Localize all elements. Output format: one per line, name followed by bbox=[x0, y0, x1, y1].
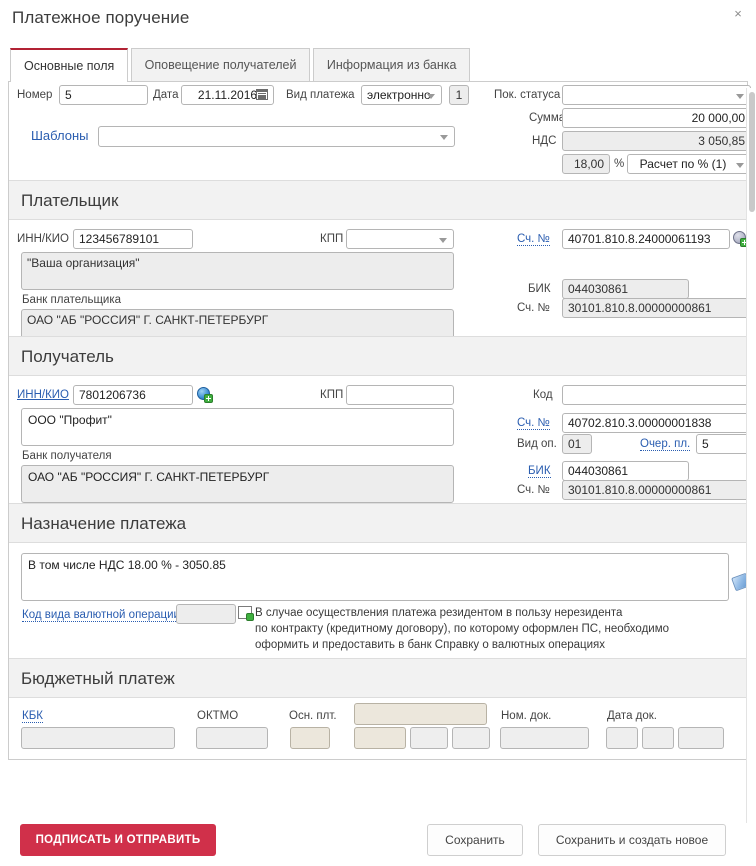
recipient-kpp-input[interactable] bbox=[346, 385, 454, 405]
payer-name-textarea[interactable]: "" bbox=[21, 252, 454, 290]
recipient-bank-textarea[interactable] bbox=[21, 465, 454, 503]
vat-input[interactable] bbox=[562, 131, 751, 151]
templates-select[interactable] bbox=[98, 126, 455, 147]
recipient-kpp-label: КПП bbox=[320, 389, 344, 401]
tab-recipient-notification[interactable]: Оповещение получателей bbox=[130, 48, 311, 81]
payer-bik-label: БИК bbox=[528, 283, 551, 295]
calendar-icon[interactable] bbox=[256, 89, 268, 100]
tax-period-b-input[interactable] bbox=[410, 727, 448, 749]
recipient-name-textarea[interactable] bbox=[21, 408, 454, 446]
payer-section: Плательщик ИНН/КИО КПП "" Банк плательщи… bbox=[8, 180, 751, 347]
payer-corr-account-label: Сч. № bbox=[517, 302, 550, 314]
recipient-bik-input[interactable] bbox=[562, 461, 689, 481]
recipient-account-label[interactable]: Сч. № bbox=[517, 417, 550, 430]
globe-add-icon[interactable] bbox=[197, 387, 213, 403]
recipient-code-input[interactable] bbox=[562, 385, 751, 405]
tab-main-fields[interactable]: Основные поля bbox=[10, 48, 129, 82]
kbk-input[interactable] bbox=[21, 727, 175, 749]
recipient-queue-input[interactable] bbox=[696, 434, 751, 454]
payment-kind-select[interactable]: электронно bbox=[361, 85, 442, 105]
payer-bank-label: Банк плательщика bbox=[22, 294, 122, 306]
number-label: Номер bbox=[17, 89, 53, 101]
recipient-inn-label[interactable]: ИНН/КИО bbox=[17, 389, 69, 401]
recipient-op-kind-input[interactable] bbox=[562, 434, 592, 454]
tax-period-c-input[interactable] bbox=[452, 727, 490, 749]
payment-order-window: Платежное поручение × Основные поля Опов… bbox=[0, 0, 756, 866]
purpose-heading: Назначение платежа bbox=[9, 503, 747, 543]
recipient-bik-label[interactable]: БИК bbox=[528, 465, 551, 478]
payer-status-select[interactable] bbox=[562, 85, 751, 105]
payer-bik-input[interactable] bbox=[562, 279, 689, 299]
vat-calc-mode-select[interactable]: Расчет по % (1) bbox=[627, 154, 751, 174]
payment-kind-label: Вид платежа bbox=[286, 89, 355, 101]
doc-date-a-input[interactable] bbox=[606, 727, 638, 749]
recipient-bank-label: Банк получателя bbox=[22, 450, 112, 462]
close-icon[interactable]: × bbox=[730, 6, 746, 22]
add-document-icon[interactable] bbox=[238, 606, 254, 621]
save-and-create-new-button[interactable]: Сохранить и создать новое bbox=[538, 824, 726, 856]
payer-kpp-select[interactable] bbox=[346, 229, 454, 249]
payer-account-label[interactable]: Сч. № bbox=[517, 233, 550, 246]
doc-date-label: Дата док. bbox=[607, 710, 657, 722]
payment-basis-label: Осн. плт. bbox=[289, 710, 337, 722]
amount-input[interactable] bbox=[562, 108, 751, 128]
budget-section: Бюджетный платеж КБК ОКТМО Осн. плт. Ном… bbox=[8, 658, 748, 760]
kbk-label[interactable]: КБК bbox=[22, 710, 43, 723]
payer-account-input[interactable] bbox=[562, 229, 730, 249]
tab-bar: Основные поля Оповещение получателей Инф… bbox=[8, 48, 748, 82]
sign-and-send-button[interactable]: ПОДПИСАТЬ И ОТПРАВИТЬ bbox=[20, 824, 216, 856]
payer-corr-account-input[interactable] bbox=[562, 298, 751, 318]
window-title-bar: Платежное поручение × bbox=[0, 0, 756, 38]
recipient-heading: Получатель bbox=[9, 336, 747, 376]
payer-status-label: Пок. статуса bbox=[494, 89, 561, 101]
recipient-code-label: Код bbox=[533, 389, 553, 401]
recipient-section: Получатель ИНН/КИО КПП Банк получателя К… bbox=[8, 336, 751, 503]
currency-op-code-input[interactable] bbox=[176, 604, 236, 624]
recipient-corr-account-label: Сч. № bbox=[517, 484, 550, 496]
doc-number-input[interactable] bbox=[500, 727, 589, 749]
payer-kpp-label: КПП bbox=[320, 233, 344, 245]
doc-number-label: Ном. док. bbox=[501, 710, 552, 722]
date-label: Дата bbox=[153, 89, 179, 101]
budget-heading: Бюджетный платеж bbox=[9, 658, 747, 698]
payment-kind-code-input[interactable] bbox=[449, 85, 469, 105]
purpose-section: Назначение платежа Код вида валютной опе… bbox=[8, 503, 751, 658]
payer-heading: Плательщик bbox=[9, 180, 747, 220]
payment-basis-input[interactable] bbox=[290, 727, 330, 749]
doc-date-b-input[interactable] bbox=[642, 727, 674, 749]
top-fields-pane: Номер Дата Вид платежа электронно Шаблон… bbox=[8, 82, 751, 180]
vat-label: НДС bbox=[532, 135, 557, 147]
recipient-queue-label[interactable]: Очер. пл. bbox=[640, 438, 691, 451]
number-input[interactable] bbox=[59, 85, 148, 105]
currency-op-code-label[interactable]: Код вида валютной операции bbox=[22, 609, 180, 622]
currency-hint-line-2: по контракту (кредитному договору), по к… bbox=[255, 623, 670, 635]
purpose-textarea[interactable] bbox=[21, 553, 729, 601]
vertical-scrollbar-thumb[interactable] bbox=[749, 92, 755, 212]
percent-sign-label: % bbox=[614, 158, 625, 170]
tax-period-main-input[interactable] bbox=[354, 703, 487, 725]
amount-label: Сумма bbox=[529, 112, 566, 124]
oktmo-input[interactable] bbox=[196, 727, 268, 749]
recipient-op-kind-label: Вид оп. bbox=[517, 438, 557, 450]
save-button[interactable]: Сохранить bbox=[427, 824, 523, 856]
templates-label: Шаблоны bbox=[31, 128, 89, 143]
payer-inn-label: ИНН/КИО bbox=[17, 233, 69, 245]
recipient-account-input[interactable] bbox=[562, 413, 751, 433]
recipient-corr-account-input[interactable] bbox=[562, 480, 751, 500]
currency-hint-line-1: В случае осуществления платежа резиденто… bbox=[255, 607, 623, 619]
recipient-inn-input[interactable] bbox=[73, 385, 193, 405]
oktmo-label: ОКТМО bbox=[197, 710, 239, 722]
footer-actions: ПОДПИСАТЬ И ОТПРАВИТЬ Сохранить Сохранит… bbox=[0, 816, 756, 866]
tax-period-a-input[interactable] bbox=[354, 727, 406, 749]
currency-hint-line-3: оформить и предоставить в банк Справку о… bbox=[255, 639, 606, 651]
payer-inn-input[interactable] bbox=[73, 229, 193, 249]
doc-date-c-input[interactable] bbox=[678, 727, 724, 749]
page-title: Платежное поручение bbox=[12, 8, 190, 27]
vat-rate-input[interactable] bbox=[562, 154, 610, 174]
tab-bank-info[interactable]: Информация из банка bbox=[312, 48, 471, 81]
